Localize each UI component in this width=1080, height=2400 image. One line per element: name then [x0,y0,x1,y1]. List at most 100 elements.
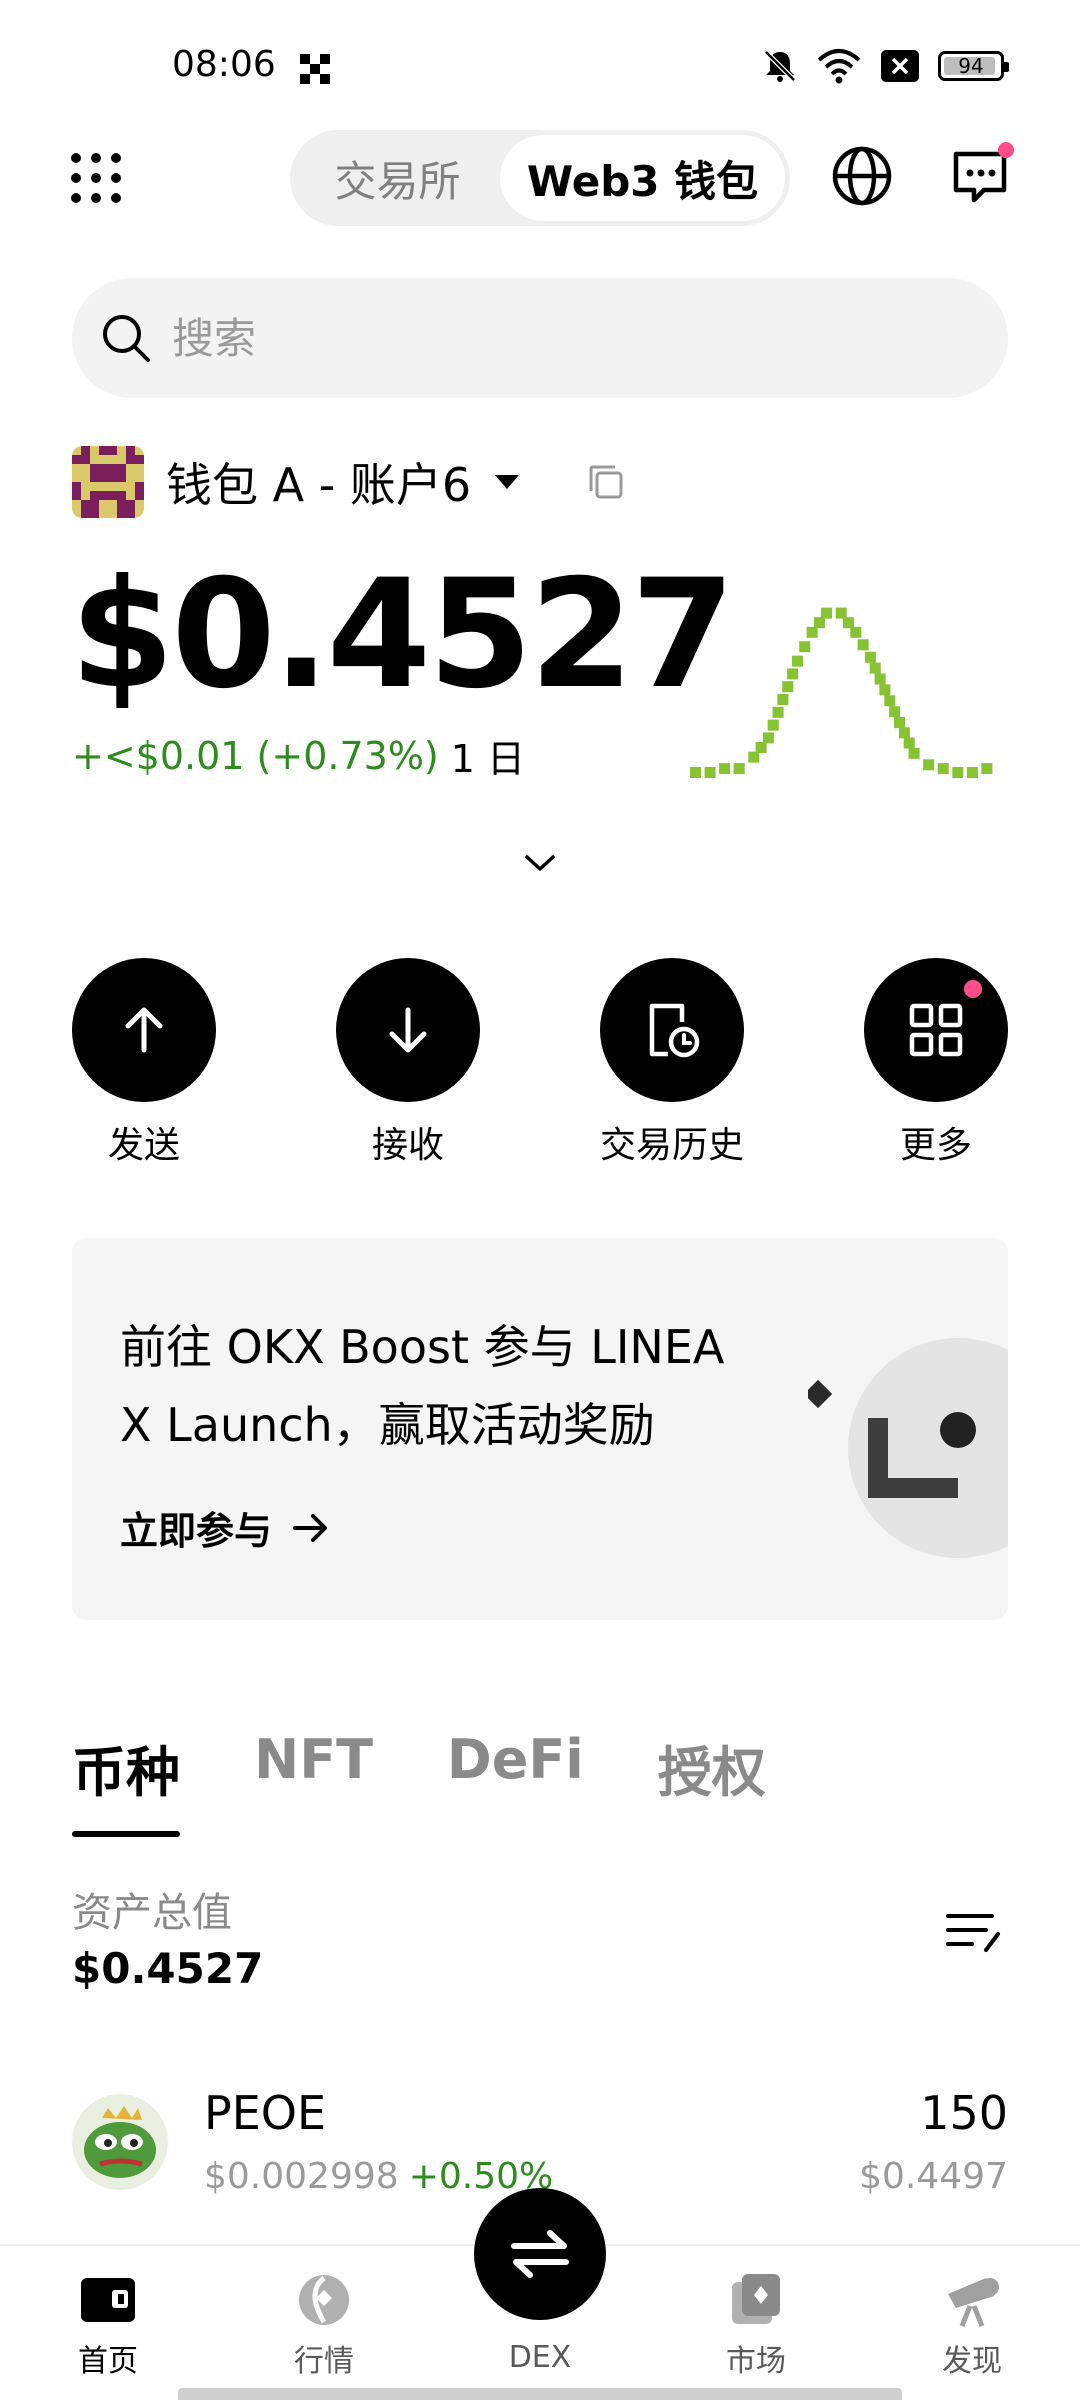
tab-tokens[interactable]: 币种 [72,1728,180,1837]
sparkline-point [799,641,811,653]
sparkline-point [879,684,891,696]
arrow-down-icon [389,1007,427,1053]
tab-approvals[interactable]: 授权 [658,1728,766,1837]
sparkline-point [755,742,767,753]
sparkline-point [908,747,920,759]
linea-logo [808,1338,1008,1558]
search-bar[interactable] [72,278,1008,398]
filter-icon[interactable] [946,1910,1002,1956]
swap-icon [511,2230,569,2278]
history-button[interactable]: 交易历史 [572,958,772,1168]
history-icon [649,1003,700,1058]
sparkline-point [821,607,833,619]
dex-label: DEX [508,2340,572,2375]
nav-home[interactable]: 首页 [18,2246,198,2380]
sparkline-point [889,706,901,718]
peoe-token-logo [72,2094,168,2190]
top-header: 交易所 Web3 钱包 [0,120,1080,240]
copy-icon[interactable] [587,463,625,501]
home-indicator [178,2388,902,2400]
sparkline-point [767,719,779,731]
battery-level: 94 [958,54,984,78]
tab-nft[interactable]: NFT [254,1728,373,1837]
send-button[interactable]: 发送 [44,958,244,1168]
wallet-avatar [72,446,144,518]
receive-label: 接收 [371,1125,444,1166]
search-input[interactable] [172,313,972,363]
total-assets-value: $0.4527 [72,1944,264,1993]
battery-icon: 94 [938,51,1009,81]
status-bar: 08:06 94 [0,0,1080,140]
market-icon [299,2275,349,2325]
asset-tabs: 币种 NFT DeFi 授权 [72,1728,840,1837]
quick-actions: 发送 接收 交易历史 更多 [72,958,1008,1168]
banner-cta-button[interactable]: 立即参与 [120,1500,330,1555]
grid-more-icon [909,1003,963,1057]
sparkline-point [792,655,803,667]
nft-market-icon [732,2274,780,2324]
sparkline-point [748,751,760,763]
sparkline-point [762,732,774,744]
sparkline-point [966,767,978,778]
balance-change-value: +<$0.01 (+0.73%) [72,733,439,778]
message-icon[interactable] [952,142,1016,206]
nav-market[interactable]: 行情 [234,2246,414,2380]
sparkline-point [903,737,915,749]
sparkline-point [923,759,935,771]
sparkline-point [898,727,910,739]
receive-button[interactable]: 接收 [308,958,508,1168]
arrow-up-icon [125,1007,163,1053]
app-menu-icon[interactable] [66,148,126,208]
search-icon [103,315,150,362]
nav-discover-label: 发现 [942,2344,1002,2379]
sparkline-point [894,717,905,728]
sparkline-point [850,626,862,638]
sparkline-point [806,626,818,638]
wifi-icon [817,49,861,84]
balance-change-period: 1 日 [450,737,526,781]
sim-blocked-icon [881,50,919,82]
more-button[interactable]: 更多 [836,958,1036,1168]
sparkline-point [690,767,701,778]
sparkline-point [937,763,949,775]
status-icons: 94 [762,48,1009,84]
caret-down-icon[interactable] [493,472,521,492]
nav-marketplace[interactable]: 市场 [666,2246,846,2380]
tab-web3-wallet[interactable]: Web3 钱包 [500,135,785,221]
account-selector[interactable]: 钱包 A - 账户6 [72,444,625,520]
account-name: 钱包 A - 账户6 [166,458,472,512]
sparkline-point [787,668,799,680]
token-name: PEOE [204,2086,327,2140]
mute-bell-icon [764,50,796,82]
token-value: $0.4497 [859,2156,1008,2197]
sparkline-point [782,681,794,693]
promo-banner[interactable]: 前往 OKX Boost 参与 LINEA X Launch，赢取活动奖励 立即… [72,1238,1008,1620]
send-label: 发送 [107,1125,180,1166]
qr-code-icon [300,54,330,84]
sparkline-point [864,651,876,663]
chevron-down-icon[interactable] [524,852,556,874]
sparkline-point [874,673,886,685]
telescope-icon [948,2278,999,2327]
token-price-row: $0.002998 +0.50% [204,2156,553,2197]
tab-defi[interactable]: DeFi [447,1728,584,1837]
sparkline-point [733,763,745,775]
arrow-right-icon [293,1513,328,1542]
nav-discover[interactable]: 发现 [882,2246,1062,2380]
nav-market-label: 行情 [294,2344,354,2379]
status-time: 08:06 [172,44,276,85]
sparkline-point [857,639,869,651]
globe-icon[interactable] [830,144,894,208]
sparkline-point [835,607,847,619]
sparkline-point [981,763,993,775]
banner-cta-label: 立即参与 [120,1509,273,1553]
dex-button[interactable] [474,2188,606,2320]
balance-change: +<$0.01 (+0.73%) 1 日 [72,728,525,783]
mode-switch: 交易所 Web3 钱包 [290,130,790,226]
tab-exchange[interactable]: 交易所 [295,135,500,221]
wallet-icon [81,2278,135,2322]
sparkline-point [869,662,881,674]
token-price: $0.002998 [204,2156,399,2197]
more-label: 更多 [899,1125,972,1166]
sparkline-point [843,617,854,629]
